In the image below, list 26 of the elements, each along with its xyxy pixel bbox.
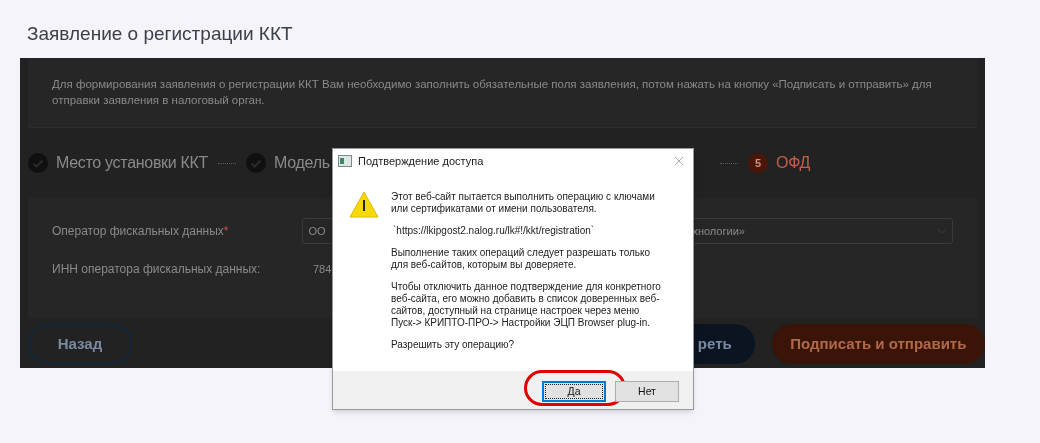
field-label: ИНН оператора фискальных данных: bbox=[52, 261, 261, 278]
field-value: 784 bbox=[312, 261, 332, 277]
step-label[interactable]: Модель bbox=[274, 151, 330, 175]
dialog-text: Разрешить эту операцию? bbox=[391, 339, 516, 351]
page-title: Заявление о регистрации ККТ bbox=[27, 22, 293, 46]
dialog-button[interactable]: Да bbox=[542, 381, 606, 403]
check-circle-icon bbox=[28, 153, 48, 173]
step-number: 5 bbox=[748, 153, 768, 173]
field-label: Оператор фискальных данных bbox=[52, 223, 224, 240]
dialog-text: Чтобы отключить данное подтверждение для конкретного веб-сайта, его можно добавить в список доверенных веб-сайтов, доступный на странице настроек через меню Пуск-> КРИПТО-ПРО-> Настройки ЭЦП Browser plug-in. bbox=[391, 281, 662, 329]
step-label[interactable]: ОФД bbox=[776, 151, 810, 175]
check-circle-icon bbox=[246, 153, 267, 173]
app-icon bbox=[338, 155, 352, 167]
intro-text: Для формирования заявления о регистрации ККТ Вам необходимо заполнить обязательные поля заявления, потом нажать на кнопку «Подписать и отправить» для отправки заявления в налоговый орган. bbox=[52, 77, 933, 108]
dialog-text: `https://lkipgost2.nalog.ru/lk#!/kkt/registration` bbox=[392, 225, 596, 237]
page-button[interactable]: реть bbox=[693, 324, 755, 364]
dialog-button[interactable]: Нет bbox=[615, 381, 679, 403]
step-label[interactable]: Место установки ККТ bbox=[56, 151, 209, 175]
dialog-text: Выполнение таких операций следует разрешать только для веб-сайтов, которым вы доверяете. bbox=[391, 247, 652, 271]
dialog-title: Подтверждение доступа bbox=[358, 153, 484, 169]
warning-icon bbox=[349, 191, 379, 218]
close-icon[interactable] bbox=[674, 156, 684, 166]
page-button[interactable]: Подписать и отправить bbox=[771, 324, 985, 364]
page-button[interactable]: Назад bbox=[28, 324, 132, 364]
required-mark: * bbox=[223, 223, 229, 240]
dialog-text: Этот веб-сайт пытается выполнить операцию с ключами или сертификатами от имени пользователя. bbox=[391, 191, 656, 215]
